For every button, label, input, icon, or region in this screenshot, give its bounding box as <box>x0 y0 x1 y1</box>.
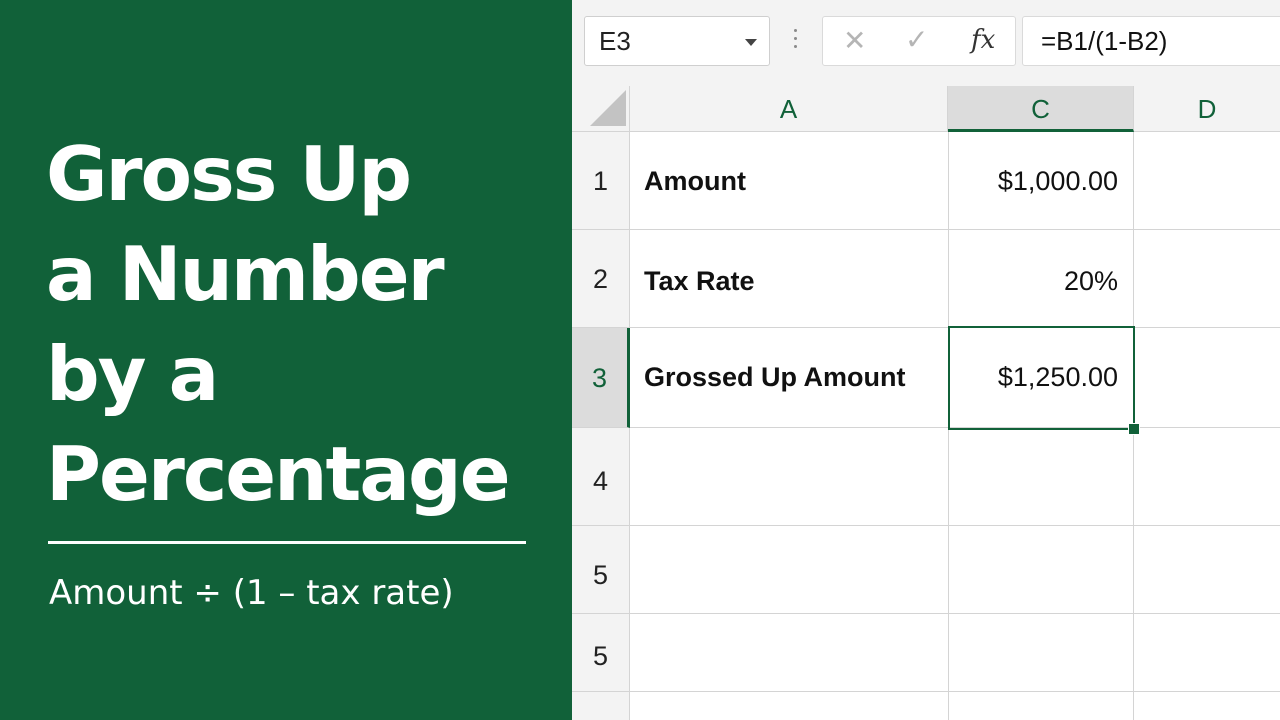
cell-a2[interactable]: Tax Rate <box>644 266 755 297</box>
grid-line <box>630 525 1280 526</box>
column-header-a[interactable]: A <box>630 86 948 132</box>
select-all-button[interactable] <box>572 86 630 132</box>
title-line-3: by a <box>46 330 219 418</box>
title-line-2: a Number <box>46 230 445 318</box>
active-cell-selection[interactable] <box>948 326 1135 430</box>
cell-a3[interactable]: Grossed Up Amount <box>644 362 906 393</box>
row-header-3[interactable]: 3 <box>572 328 630 428</box>
column-headers: A C D <box>572 86 1280 132</box>
spreadsheet: E3 ✕ ✓ fx =B1/(1-B2) A C D 1 2 3 4 5 5 A… <box>572 0 1280 720</box>
formula-text: =B1/(1-B2) <box>1041 26 1168 56</box>
row-header-1[interactable]: 1 <box>572 132 630 230</box>
fill-handle[interactable] <box>1128 423 1140 435</box>
row-header-5[interactable]: 5 <box>572 526 630 614</box>
cell-a1[interactable]: Amount <box>644 166 746 197</box>
grid-line <box>630 613 1280 614</box>
name-box-value: E3 <box>599 26 631 56</box>
insert-function-icon[interactable]: fx <box>971 25 995 55</box>
formula-caption: Amount ÷ (1 – tax rate) <box>49 573 454 613</box>
formula-input[interactable]: =B1/(1-B2) <box>1022 16 1280 66</box>
formula-actions: ✕ ✓ fx <box>822 16 1016 66</box>
select-all-triangle-icon <box>590 90 626 126</box>
page-title: Gross Up a Number by a Percentage <box>46 124 556 524</box>
divider <box>48 541 526 544</box>
grid-line <box>630 691 1280 692</box>
name-box[interactable]: E3 <box>584 16 770 66</box>
drag-handle-icon[interactable] <box>794 29 797 53</box>
title-line-1: Gross Up <box>46 130 412 218</box>
row-header-4[interactable]: 4 <box>572 428 630 526</box>
row-header-6[interactable]: 5 <box>572 614 630 692</box>
title-panel: Gross Up a Number by a Percentage Amount… <box>0 0 572 720</box>
column-header-c[interactable]: C <box>948 86 1134 132</box>
column-header-d[interactable]: D <box>1134 86 1280 132</box>
cell-c1[interactable]: $1,000.00 <box>952 166 1118 197</box>
cancel-x-icon[interactable]: ✕ <box>843 27 866 55</box>
title-line-4: Percentage <box>46 430 511 518</box>
chevron-down-icon[interactable] <box>745 39 757 46</box>
row-header-7[interactable] <box>572 692 630 720</box>
enter-check-icon[interactable]: ✓ <box>905 26 928 54</box>
row-header-2[interactable]: 2 <box>572 230 630 328</box>
cell-c2[interactable]: 20% <box>952 266 1118 297</box>
grid-line <box>630 229 1280 230</box>
formula-bar: E3 ✕ ✓ fx =B1/(1-B2) <box>572 0 1280 86</box>
